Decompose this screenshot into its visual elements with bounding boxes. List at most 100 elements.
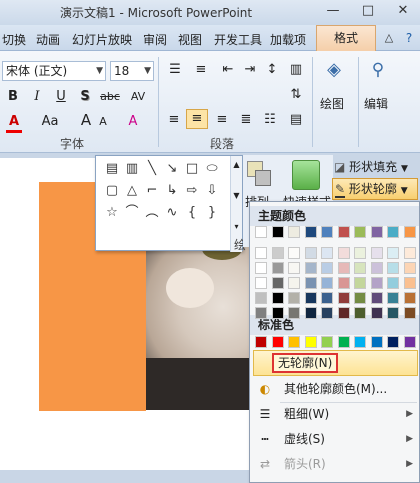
more-outline-colors-item[interactable]: ◐ 其他轮廓颜色(M)... [250,377,419,401]
tab-developer[interactable]: 开发工具 [214,31,262,48]
theme-color-swatch[interactable] [337,292,350,304]
arc-icon[interactable]: ︵ [142,204,162,222]
justify-icon[interactable]: ≣ [236,111,256,131]
dashes-item[interactable]: ┅ 虚线(S) ▶ [250,427,419,451]
theme-color-swatch[interactable] [288,292,300,304]
character-spacing-button[interactable]: AV [126,88,150,108]
theme-color-swatch[interactable] [271,292,284,304]
tab-review[interactable]: 审阅 [143,31,167,48]
freeform-icon[interactable]: ∿ [162,204,182,222]
theme-color-swatch[interactable] [304,307,317,319]
help-icon[interactable]: ? [398,29,420,47]
tab-animations[interactable]: 动画 [36,31,60,48]
numbering-icon[interactable]: ≡ [190,61,212,81]
theme-color-swatch[interactable] [387,262,399,274]
no-outline-item[interactable]: 无轮廓(N) [253,350,418,376]
elbow-connector-icon[interactable]: ⌐ [142,182,162,200]
rectangle-icon[interactable]: □ [182,160,202,178]
theme-color-swatch[interactable] [288,262,300,274]
strikethrough-button[interactable]: abc [98,88,122,108]
minimize-icon[interactable]: — [322,2,344,20]
grow-font-button[interactable]: A [78,111,94,131]
cat-photo[interactable] [146,238,256,410]
theme-color-swatch[interactable] [354,307,366,319]
standard-color-swatch[interactable] [354,336,366,348]
font-color-button[interactable]: A [6,113,22,133]
standard-color-swatch[interactable] [337,336,350,348]
arrows-item[interactable]: ⇄ 箭头(R) ▶ [250,452,419,476]
right-arrow-icon[interactable]: ⇨ [182,182,202,200]
standard-color-swatch[interactable] [304,336,317,348]
theme-color-swatch[interactable] [271,307,284,319]
arrow-line-icon[interactable]: ↘ [162,160,182,178]
theme-color-swatch[interactable] [387,307,399,319]
curve-icon[interactable]: ⌒ [122,204,142,222]
theme-color-swatch[interactable] [288,226,300,238]
arrange-icon[interactable] [247,161,273,189]
theme-color-swatch[interactable] [255,226,267,238]
theme-color-swatch[interactable] [387,292,399,304]
close-icon[interactable]: ✕ [392,2,414,20]
standard-color-swatch[interactable] [271,336,284,348]
theme-color-swatch[interactable] [337,277,350,289]
elbow-arrow-icon[interactable]: ↳ [162,182,182,200]
tab-view[interactable]: 视图 [178,31,202,48]
quick-styles-icon[interactable] [292,160,320,190]
theme-color-swatch[interactable] [288,247,300,259]
tab-format[interactable]: 格式 [316,25,376,51]
decrease-indent-icon[interactable]: ⇤ [218,61,238,81]
theme-color-swatch[interactable] [321,277,333,289]
standard-color-swatch[interactable] [255,336,267,348]
align-right-icon[interactable]: ≡ [212,111,232,131]
maximize-icon[interactable]: □ [357,2,379,20]
align-center-icon[interactable]: ≡ [186,109,208,129]
oval-icon[interactable]: ⬭ [202,160,222,178]
theme-color-swatch[interactable] [255,247,267,259]
convert-smartart-icon[interactable]: ▤ [286,111,306,131]
triangle-icon[interactable]: △ [122,182,142,200]
font-name-select[interactable]: 宋体 (正文) ▼ [2,61,106,81]
theme-color-swatch[interactable] [370,247,383,259]
theme-color-swatch[interactable] [304,226,317,238]
theme-color-swatch[interactable] [321,262,333,274]
theme-color-swatch[interactable] [370,277,383,289]
rounded-rectangle-icon[interactable]: ▢ [102,182,122,200]
theme-color-swatch[interactable] [304,277,317,289]
standard-color-swatch[interactable] [403,336,416,348]
shape-outline-button[interactable]: ✎ 形状轮廓 ▼ [332,178,418,200]
theme-color-swatch[interactable] [255,262,267,274]
theme-color-swatch[interactable] [337,226,350,238]
theme-color-swatch[interactable] [337,247,350,259]
standard-color-swatch[interactable] [288,336,300,348]
theme-color-swatch[interactable] [271,262,284,274]
down-arrow-icon[interactable]: ⇩ [202,182,222,200]
theme-color-swatch[interactable] [387,226,399,238]
theme-color-swatch[interactable] [321,247,333,259]
standard-color-swatch[interactable] [387,336,399,348]
theme-color-swatch[interactable] [304,262,317,274]
drawing-button-label[interactable]: 绘图 [320,95,344,112]
theme-color-swatch[interactable] [403,292,416,304]
font-size-select[interactable]: 18 ▼ [110,61,154,81]
editing-button-label[interactable]: 编辑 [364,95,388,112]
shape-fill-button[interactable]: ◪ 形状填充 ▼ [334,157,408,177]
theme-color-swatch[interactable] [288,277,300,289]
right-brace-icon[interactable]: } [202,204,222,222]
drawing-icon[interactable]: ◈ [322,61,346,81]
text-direction-icon[interactable]: ⇅ [286,86,306,106]
vertical-text-box-icon[interactable]: ▥ [122,160,142,178]
theme-color-swatch[interactable] [403,262,416,274]
weight-item[interactable]: ☰ 粗细(W) ▶ [250,402,419,426]
theme-color-swatch[interactable] [370,226,383,238]
increase-indent-icon[interactable]: ⇥ [240,61,260,81]
theme-color-swatch[interactable] [403,247,416,259]
columns-icon[interactable]: ▥ [286,61,306,81]
standard-color-swatch[interactable] [321,336,333,348]
theme-color-swatch[interactable] [271,277,284,289]
theme-color-swatch[interactable] [387,277,399,289]
clear-formatting-button[interactable]: A [124,113,142,133]
theme-color-swatch[interactable] [403,307,416,319]
theme-color-swatch[interactable] [387,247,399,259]
theme-color-swatch[interactable] [255,277,267,289]
theme-color-swatch[interactable] [255,307,267,319]
